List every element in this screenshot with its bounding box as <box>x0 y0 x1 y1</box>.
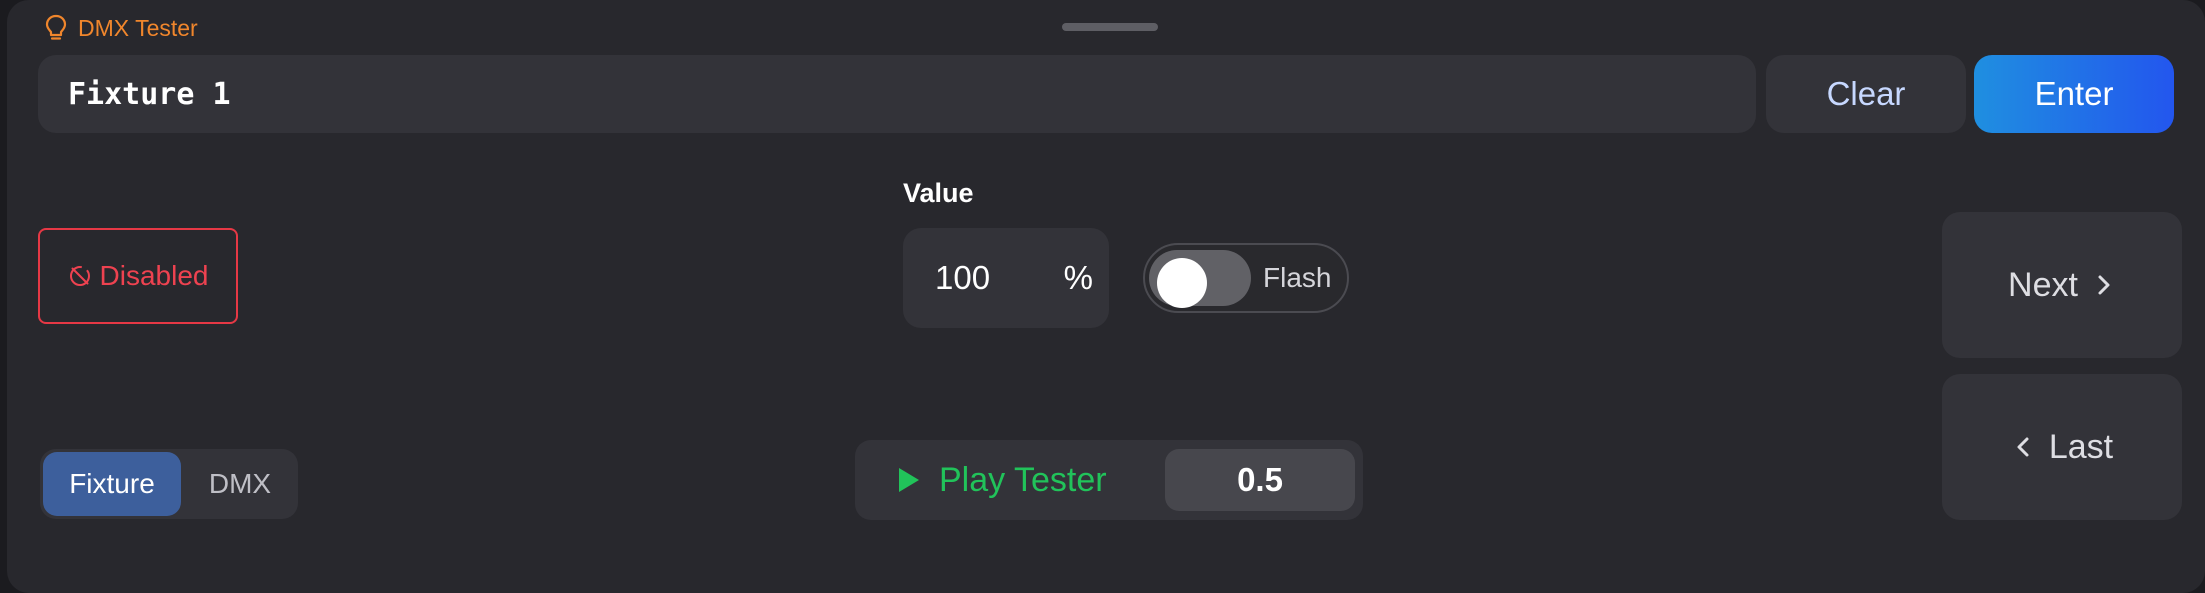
value-field[interactable]: 100 % <box>903 228 1109 328</box>
fixture-input-value: Fixture 1 <box>68 76 231 112</box>
last-button[interactable]: Last <box>1942 374 2182 520</box>
app-title: DMX Tester <box>44 12 198 44</box>
value-amount: 100 <box>935 259 991 296</box>
play-tester-label: Play Tester <box>939 460 1107 499</box>
disabled-icon <box>69 266 90 286</box>
fixture-input[interactable]: Fixture 1 <box>38 55 1756 133</box>
play-tester-button[interactable]: Play Tester <box>897 440 1107 520</box>
chevron-right-icon <box>2098 275 2110 295</box>
chevron-left-icon <box>2017 437 2029 457</box>
disabled-badge-label: Disabled <box>99 260 209 291</box>
disabled-badge[interactable]: Disabled <box>38 228 238 324</box>
segment-dmx[interactable]: DMX <box>186 452 294 516</box>
flash-switch-knob <box>1157 258 1207 308</box>
app-title-text: DMX Tester <box>78 14 198 41</box>
flash-label: Flash <box>1263 262 1332 293</box>
flash-toggle[interactable]: Flash <box>1143 243 1349 313</box>
mode-segmented-control: Fixture DMX <box>40 449 298 519</box>
next-label: Next <box>2008 265 2078 304</box>
next-button[interactable]: Next <box>1942 212 2182 358</box>
flash-switch-track[interactable] <box>1149 250 1251 308</box>
value-label: Value <box>903 178 974 208</box>
enter-button[interactable]: Enter <box>1974 55 2174 133</box>
speed-field[interactable]: 0.5 <box>1165 449 1355 511</box>
lightbulb-icon <box>45 14 67 40</box>
tester-panel: DMX Tester Fixture 1 Clear Enter Disable… <box>7 0 2205 593</box>
clear-button[interactable]: Clear <box>1766 55 1966 133</box>
segment-fixture[interactable]: Fixture <box>43 452 181 516</box>
last-label: Last <box>2048 427 2114 466</box>
play-tester-bar: Play Tester 0.5 <box>855 440 1363 520</box>
value-unit: % <box>1063 259 1093 296</box>
sheet-grabber[interactable] <box>1062 23 1158 31</box>
play-icon <box>899 468 919 492</box>
